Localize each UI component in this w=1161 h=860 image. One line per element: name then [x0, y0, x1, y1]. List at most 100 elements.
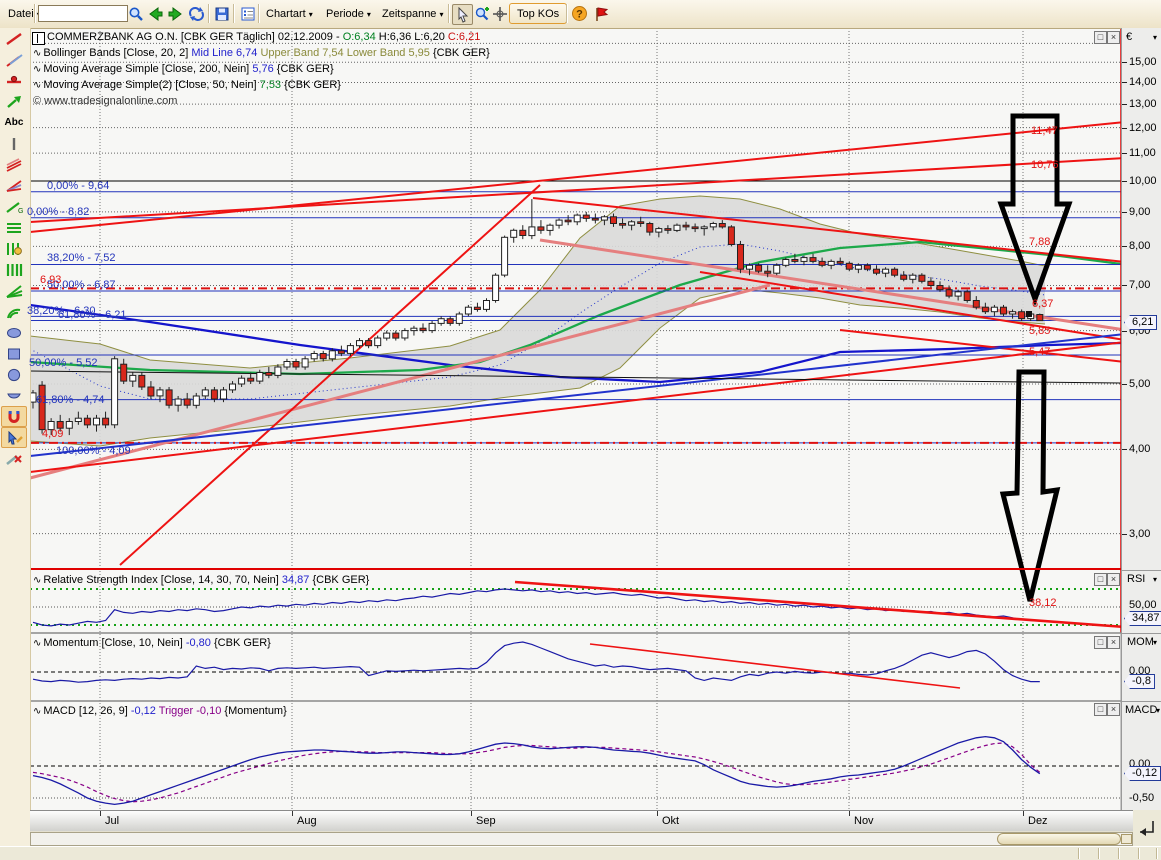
pointer-icon[interactable] [452, 4, 473, 25]
back-icon[interactable] [146, 4, 165, 23]
edit-pointer-tool[interactable] [1, 427, 27, 448]
price-axis-label: 3,00 [1129, 528, 1150, 540]
macd-value-tag: -0,12 [1124, 766, 1161, 781]
chart-settings-icon[interactable] [238, 4, 257, 23]
time-cycles-tool[interactable] [1, 238, 27, 259]
fib-level-label: 61,80% - 6,21 [58, 309, 127, 321]
price-axis-label: 14,00 [1129, 76, 1157, 88]
magnet-tool[interactable] [1, 406, 27, 427]
indicator-icon: ∿ [33, 48, 41, 59]
crosshair-icon[interactable] [490, 4, 509, 23]
trendline-price-label: 5,47 [1029, 346, 1050, 358]
rsi-header: ∿Relative Strength Index [Close, 14, 30,… [33, 574, 369, 586]
fib-level-label: 0,00% - 8,82 [27, 206, 89, 218]
currency-label: € [1126, 31, 1132, 43]
zoom-in-icon[interactable] [472, 4, 491, 23]
chart-maximize-button[interactable]: □ [1094, 31, 1107, 44]
speed-lines-tool[interactable] [1, 154, 27, 175]
axis-tick [1122, 285, 1127, 286]
month-label: Jul [105, 815, 119, 827]
fibonacci-retracement-tool[interactable] [1, 217, 27, 238]
fibonacci-fan-tool[interactable] [1, 175, 27, 196]
alert-price-label: 4,09 [42, 428, 63, 440]
time-grid-tool[interactable] [1, 259, 27, 280]
price-axis[interactable]: € ▾ 15,0014,0013,0012,0011,0010,009,008,… [1121, 28, 1161, 810]
price-axis-label: 15,00 [1129, 56, 1157, 68]
macd-maximize-button[interactable]: □ [1094, 703, 1107, 716]
top-kos-button[interactable]: Top KOs [509, 3, 567, 24]
indicator-icon: ∿ [33, 64, 41, 75]
scrollbar-grip[interactable] [1121, 834, 1132, 844]
axis-tick [1122, 128, 1127, 129]
chevron-down-icon[interactable]: ▾ [1156, 706, 1160, 715]
ma200-header: ∿Moving Average Simple [Close, 200, Nein… [33, 63, 334, 75]
save-icon[interactable] [212, 4, 231, 23]
scrollbar-row [30, 831, 1133, 846]
vertical-line-tool[interactable] [1, 133, 27, 154]
time-axis[interactable]: JulAugSepOktNovDez [30, 810, 1133, 832]
indicator-icon: ∿ [33, 706, 41, 717]
price-axis-label: 5,00 [1129, 378, 1150, 390]
text-label-tool[interactable]: Abc [1, 112, 27, 133]
horizontal-alert-line-tool[interactable] [1, 70, 27, 91]
chartart-menu[interactable]: Chartart▾ [262, 4, 317, 23]
rsi-value-tag: 34,87 [1124, 611, 1161, 626]
rsi-axis-name[interactable]: RSI [1127, 573, 1145, 585]
trendline-price-label: 11,47 [1031, 125, 1058, 137]
zeitspanne-menu[interactable]: Zeitspanne▾ [378, 4, 447, 23]
scrollbar-thumb[interactable] [997, 833, 1121, 845]
periode-menu[interactable]: Periode▾ [322, 4, 375, 23]
flag-icon[interactable] [592, 4, 611, 23]
momentum-close-button[interactable]: × [1107, 636, 1120, 649]
time-axis-tick [292, 811, 293, 816]
rsi-maximize-button[interactable]: □ [1094, 573, 1107, 586]
trend-line-tool[interactable] [1, 28, 27, 49]
alert-price-label: 6,93 [40, 274, 61, 286]
ellipse-tool[interactable] [1, 322, 27, 343]
macd-close-button[interactable]: × [1107, 703, 1120, 716]
mom-axis-name[interactable]: MOM [1127, 636, 1154, 648]
fib-level-label: 38,20% - 7,52 [47, 252, 116, 264]
arcs-tool[interactable] [1, 301, 27, 322]
axis-return-icon [1140, 821, 1153, 836]
axis-tick [1122, 534, 1127, 535]
chart-canvas[interactable] [0, 0, 1161, 859]
indicator-icon: ∿ [33, 575, 41, 586]
month-label: Okt [662, 815, 679, 827]
momentum-maximize-button[interactable]: □ [1094, 636, 1107, 649]
forward-icon[interactable] [166, 4, 185, 23]
time-axis-tick [471, 811, 472, 816]
delete-drawing-tool[interactable] [1, 448, 27, 469]
month-label: Aug [297, 815, 317, 827]
axis-tick [1122, 153, 1127, 154]
price-axis-label: 10,00 [1129, 175, 1157, 187]
indicator-icon: ∿ [33, 80, 41, 91]
semicircle-tool[interactable] [1, 385, 27, 406]
fan-lines-tool[interactable] [1, 280, 27, 301]
horizontal-scrollbar[interactable] [30, 832, 1133, 846]
time-axis-tick [657, 811, 658, 816]
search-icon[interactable] [126, 4, 145, 23]
rectangle-tool[interactable] [1, 343, 27, 364]
chart-close-button[interactable]: × [1107, 31, 1120, 44]
chevron-down-icon[interactable]: ▾ [1153, 638, 1157, 647]
rsi-close-button[interactable]: × [1107, 573, 1120, 586]
chevron-down-icon[interactable]: ▾ [1153, 33, 1157, 42]
macd-axis-name[interactable]: MACD [1125, 704, 1157, 716]
refresh-icon[interactable] [187, 4, 206, 23]
time-axis-tick [1023, 811, 1024, 816]
regression-line-tool[interactable]: G [1, 196, 27, 217]
fib-level-label: 50,00% - 5,52 [29, 357, 98, 369]
circle-tool[interactable] [1, 364, 27, 385]
search-input[interactable] [38, 5, 128, 22]
chevron-down-icon: ▾ [439, 10, 443, 19]
arrow-tool[interactable] [1, 91, 27, 112]
axis-tick [1122, 62, 1127, 63]
help-icon[interactable]: ? [570, 4, 589, 23]
axis-tick [1122, 246, 1127, 247]
price-axis-label: 7,00 [1129, 279, 1150, 291]
price-axis-label: 8,00 [1129, 240, 1150, 252]
parallel-channel-tool[interactable] [1, 49, 27, 70]
chevron-down-icon[interactable]: ▾ [1153, 575, 1157, 584]
ma50-header: ∿Moving Average Simple(2) [Close, 50, Ne… [33, 79, 341, 91]
